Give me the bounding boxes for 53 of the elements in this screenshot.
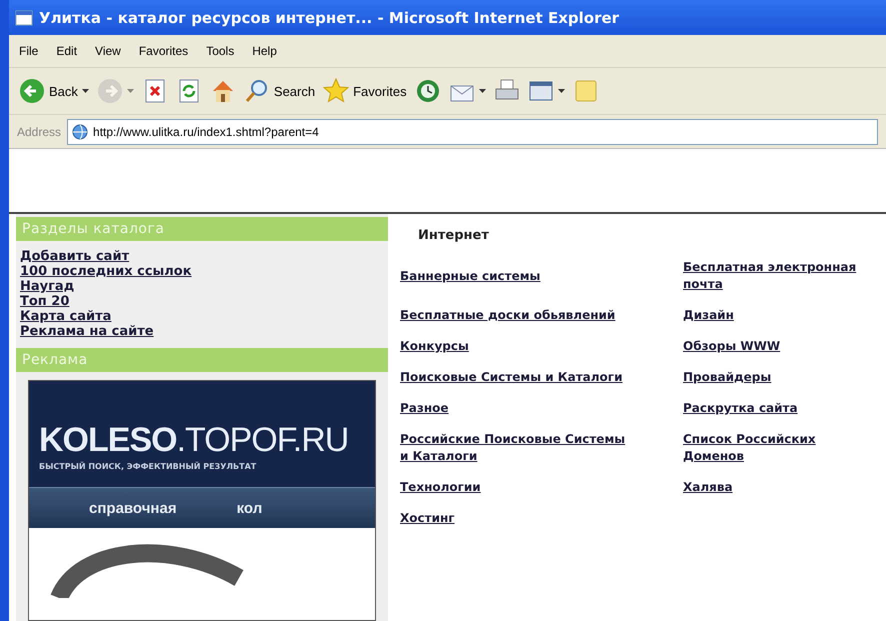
caret-icon bbox=[478, 89, 486, 93]
favorites-button[interactable]: Favorites bbox=[323, 78, 407, 104]
category-link[interactable]: Хостинг bbox=[400, 510, 455, 527]
category-link[interactable]: Бесплатные доски обьявлений bbox=[400, 307, 616, 324]
section-header: Реклама bbox=[16, 348, 388, 372]
menu-item[interactable]: Help bbox=[252, 44, 277, 58]
category-link[interactable]: Халява bbox=[683, 479, 733, 496]
ad-logo: KOLESO.TOPOF.RU bbox=[38, 420, 350, 460]
menu-item[interactable]: File bbox=[19, 44, 38, 58]
ad-nav-label: кол bbox=[236, 500, 262, 516]
sidebar-link[interactable]: Добавить сайт bbox=[20, 249, 130, 264]
category-link[interactable]: Дизайн bbox=[683, 307, 734, 324]
star-icon bbox=[323, 78, 350, 104]
menu-item[interactable]: Edit bbox=[56, 44, 78, 58]
menu-item[interactable]: Favorites bbox=[138, 44, 188, 58]
note-icon bbox=[572, 78, 599, 104]
ad-banner[interactable]: KOLESO.TOPOF.RU БЫСТРЫЙ ПОИСК, ЭФФЕКТИВНЫЙ РЕЗУЛЬТАТ справочная кол bbox=[28, 380, 376, 621]
page-globe-icon bbox=[72, 124, 88, 140]
search-icon bbox=[244, 78, 270, 104]
browser-window-icon bbox=[15, 8, 33, 26]
menu-item[interactable]: View bbox=[95, 44, 121, 58]
category-link[interactable]: Обзоры WWW bbox=[683, 338, 780, 355]
ad-nav-label: справочная bbox=[88, 500, 177, 516]
sidebar-link[interactable]: Реклама на сайте bbox=[20, 324, 154, 339]
category-link[interactable]: Раскрутка сайта bbox=[683, 400, 798, 417]
category-link[interactable]: Бесплатная электронная почта bbox=[683, 259, 863, 293]
menu-item[interactable]: Tools bbox=[206, 44, 234, 58]
back-button[interactable]: Back bbox=[19, 78, 89, 104]
category-link[interactable]: Технологии bbox=[400, 479, 481, 496]
section-header: Разделы каталога bbox=[16, 217, 388, 241]
category-link[interactable]: Разное bbox=[400, 400, 449, 417]
address-field[interactable]: http://www.ulitka.ru/index1.shtml?parent=4 bbox=[67, 118, 878, 144]
category-link[interactable]: Российские Поисковые Системы и Каталоги bbox=[400, 431, 630, 465]
sidebar-link[interactable]: Топ 20 bbox=[20, 294, 70, 309]
search-button[interactable]: Search bbox=[244, 78, 316, 104]
sidebar-link[interactable]: Карта сайта bbox=[20, 309, 112, 324]
address-label: Address bbox=[17, 124, 62, 138]
category-link[interactable]: Баннерные системы bbox=[400, 268, 540, 284]
category-link[interactable]: Поисковые Системы и Каталоги bbox=[400, 369, 622, 386]
category-link[interactable]: Список Российских Доменов bbox=[683, 431, 863, 465]
category-link[interactable]: Провайдеры bbox=[683, 369, 772, 386]
category-link[interactable]: Конкурсы bbox=[400, 338, 469, 355]
caret-icon bbox=[126, 89, 134, 93]
category-heading: Интернет bbox=[417, 228, 490, 243]
history-button[interactable] bbox=[414, 78, 441, 104]
address-text: http://www.ulitka.ru/index1.shtml?parent=4 bbox=[93, 124, 319, 138]
window-title: Улитка - каталог ресурсов интернет... - Microsoft Internet Explorer bbox=[39, 8, 620, 26]
caret-icon bbox=[82, 89, 89, 93]
history-icon bbox=[414, 78, 441, 104]
ad-tagline: БЫСТРЫЙ ПОИСК, ЭФФЕКТИВНЫЙ РЕЗУЛЬТАТ bbox=[38, 460, 258, 473]
caret-icon bbox=[558, 89, 565, 93]
sidebar-link[interactable]: Наугад bbox=[20, 279, 74, 294]
sidebar-link[interactable]: 100 последних ссылок bbox=[20, 264, 192, 279]
